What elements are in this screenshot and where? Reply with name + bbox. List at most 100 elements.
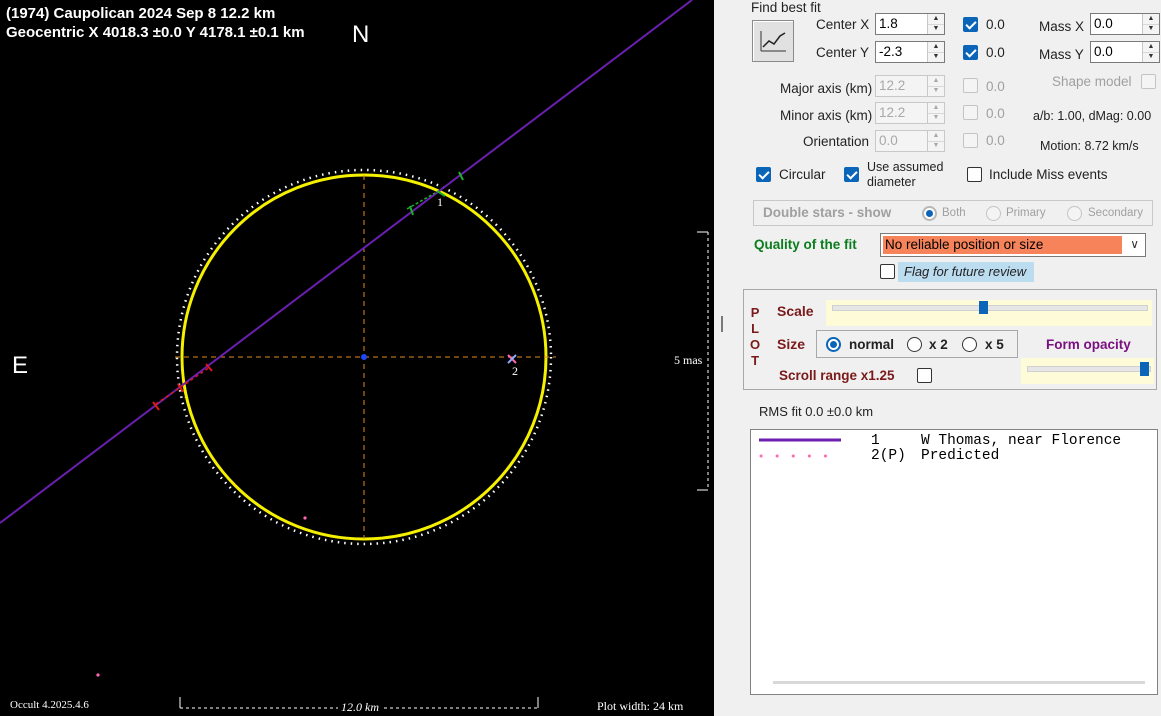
plot-canvas (0, 0, 709, 709)
use-assumed-line2: diameter (867, 175, 916, 189)
size-x5-label: x 5 (985, 337, 1004, 352)
find-best-fit-button[interactable] (752, 20, 794, 62)
major-axis-input[interactable]: 12.2 ▲ ▼ (875, 75, 945, 97)
plot-letter: L (751, 321, 760, 336)
mass-y-label: Mass Y (1039, 47, 1084, 62)
observer-legend[interactable]: 1 W Thomas, near Florence 2(P) Predicted (750, 429, 1158, 695)
form-opacity-label: Form opacity (1046, 337, 1131, 352)
use-assumed-diameter-checkbox[interactable] (844, 167, 859, 182)
major-axis-uncertainty: 0.0 (986, 79, 1005, 94)
size-normal-label: normal (849, 337, 895, 352)
primary-radio[interactable] (986, 206, 1001, 221)
chord-label-2: 2 (512, 364, 518, 378)
orientation-label: Orientation (803, 134, 870, 149)
primary-label: Primary (1006, 207, 1046, 219)
quality-value: No reliable position or size (885, 237, 1044, 252)
mass-x-label: Mass X (1039, 19, 1085, 34)
quality-dropdown[interactable]: No reliable position or size ∨ (880, 233, 1146, 257)
scroll-range-checkbox[interactable] (917, 368, 932, 383)
use-assumed-diameter-label: Use assumed diameter (867, 160, 943, 190)
find-best-fit-label: Find best fit (751, 0, 821, 15)
shape-model-label: Shape model (1052, 74, 1132, 89)
both-radio[interactable] (922, 206, 937, 221)
spin-down-icon[interactable]: ▼ (1143, 52, 1159, 62)
spin-down-icon[interactable]: ▼ (1143, 24, 1159, 34)
flag-review-checkbox[interactable] (880, 264, 895, 279)
mass-y-value: 0.0 (1094, 44, 1113, 59)
size-x2-radio[interactable] (907, 337, 922, 352)
plot-letter: P (750, 305, 760, 320)
predicted-dot (303, 516, 307, 520)
plot-letter: O (750, 337, 761, 352)
center-x-input[interactable]: 1.8 ▲ ▼ (875, 13, 945, 35)
chord-label-1-reappear: 1 (183, 387, 189, 401)
both-label: Both (942, 207, 966, 219)
scroll-range-label: Scroll range x1.25 (779, 368, 895, 383)
chord-label-1: 1 (437, 195, 443, 209)
secondary-radio[interactable] (1067, 206, 1082, 221)
mass-y-input[interactable]: 0.0 ▲ ▼ (1090, 41, 1160, 63)
include-miss-checkbox[interactable] (967, 167, 982, 182)
plot-subtitle: Geocentric X 4018.3 ±0.0 Y 4178.1 ±0.1 k… (6, 24, 305, 41)
spin-down-icon[interactable]: ▼ (928, 24, 944, 34)
minor-axis-checkbox[interactable] (963, 105, 978, 120)
control-panel: Find best fit Center X 1.8 ▲ ▼ 0.0 Mass X… (730, 0, 1161, 716)
center-y-checkbox[interactable] (963, 45, 978, 60)
rms-fit-label: RMS fit 0.0 ±0.0 km (759, 404, 874, 419)
center-dot (361, 354, 367, 360)
spin-down-icon[interactable]: ▼ (928, 86, 944, 96)
scale-slider[interactable] (832, 305, 1148, 311)
orientation-input[interactable]: 0.0 ▲ ▼ (875, 130, 945, 152)
major-axis-label: Major axis (km) (780, 81, 873, 96)
legend-horizontal-scrollbar[interactable] (773, 681, 1145, 684)
center-y-uncertainty: 0.0 (986, 45, 1005, 60)
legend-row-name: Predicted (921, 448, 1000, 464)
major-axis-checkbox[interactable] (963, 78, 978, 93)
major-axis-value: 12.2 (879, 78, 906, 93)
east-label: E (12, 352, 29, 379)
quality-label: Quality of the fit (754, 237, 857, 252)
minor-axis-label: Minor axis (km) (780, 108, 873, 123)
use-assumed-line1: Use assumed (867, 160, 944, 174)
splitter[interactable] (714, 0, 730, 716)
orientation-checkbox[interactable] (963, 133, 978, 148)
spin-down-icon[interactable]: ▼ (928, 113, 944, 123)
ab-dmag-info: a/b: 1.00, dMag: 0.00 (1033, 109, 1152, 123)
size-x2-label: x 2 (929, 337, 948, 352)
minor-axis-value: 12.2 (879, 105, 906, 120)
spin-down-icon[interactable]: ▼ (928, 52, 944, 62)
scale-slider-area (826, 300, 1152, 326)
spin-down-icon[interactable]: ▼ (928, 141, 944, 151)
plot-vertical-label: P L O T (750, 305, 760, 369)
size-normal-radio[interactable] (826, 337, 841, 352)
plot-letter: T (751, 353, 760, 368)
shape-model-checkbox[interactable] (1141, 74, 1156, 89)
center-y-input[interactable]: -2.3 ▲ ▼ (875, 41, 945, 63)
center-x-label: Center X (816, 17, 870, 32)
line-chart-icon (760, 31, 786, 52)
orientation-uncertainty: 0.0 (986, 133, 1005, 148)
legend-row-name: W Thomas, near Florence (921, 433, 1122, 449)
mas-scale-label: 5 mas (674, 353, 703, 367)
legend-row-id: 1 (871, 433, 880, 449)
opacity-slider-thumb[interactable] (1140, 362, 1150, 376)
predicted-marker-2 (507, 354, 517, 364)
chevron-down-icon: ∨ (1130, 237, 1139, 251)
center-x-uncertainty: 0.0 (986, 17, 1005, 32)
minor-axis-input[interactable]: 12.2 ▲ ▼ (875, 102, 945, 124)
plot-title: (1974) Caupolican 2024 Sep 8 12.2 km (6, 5, 276, 22)
scale-label: Scale (777, 303, 814, 319)
center-y-value: -2.3 (879, 44, 903, 59)
legend-line-icons (759, 438, 843, 458)
circular-checkbox[interactable] (756, 167, 771, 182)
occultation-plot[interactable]: (1974) Caupolican 2024 Sep 8 12.2 km Geo… (0, 0, 714, 716)
size-x5-radio[interactable] (962, 337, 977, 352)
minor-axis-uncertainty: 0.0 (986, 106, 1005, 121)
double-stars-label: Double stars - show (763, 205, 892, 220)
orientation-value: 0.0 (879, 133, 898, 148)
center-x-checkbox[interactable] (963, 17, 978, 32)
scale-slider-thumb[interactable] (978, 301, 988, 314)
mass-x-input[interactable]: 0.0 ▲ ▼ (1090, 13, 1160, 35)
splitter-grip[interactable] (721, 316, 723, 332)
opacity-slider[interactable] (1027, 366, 1151, 372)
